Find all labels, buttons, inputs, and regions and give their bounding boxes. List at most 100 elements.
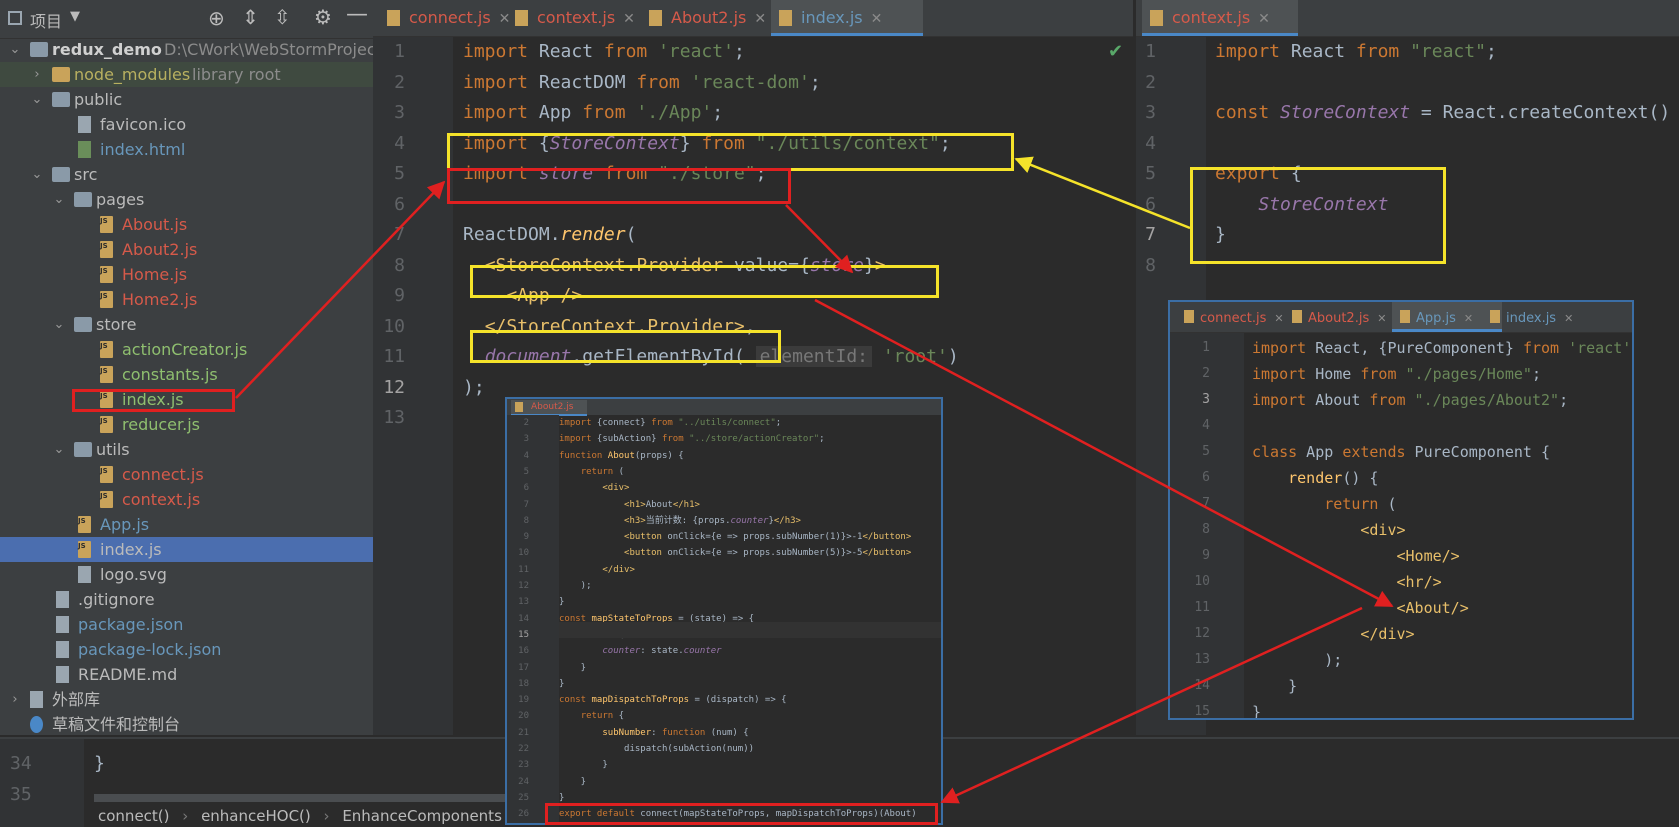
- close-icon[interactable]: ✕: [1464, 312, 1473, 325]
- chevron-right-icon[interactable]: ›: [30, 62, 44, 87]
- tree-item[interactable]: connect.js: [0, 459, 373, 487]
- chevron-down-icon[interactable]: ⌄: [52, 437, 66, 462]
- collapse-all-icon[interactable]: ⇳: [274, 5, 291, 29]
- close-icon[interactable]: ✕: [1564, 312, 1573, 325]
- tree-item[interactable]: 草稿文件和控制台: [0, 712, 373, 737]
- close-icon[interactable]: ✕: [871, 11, 883, 27]
- tree-item[interactable]: favicon.ico: [0, 112, 373, 137]
- code-token: './App': [625, 102, 713, 123]
- code-token: () {: [1342, 469, 1379, 487]
- chevron-down-icon[interactable]: ⌄: [8, 37, 22, 62]
- chevron-right-icon[interactable]: ›: [8, 687, 22, 712]
- minimize-icon[interactable]: —: [346, 2, 368, 27]
- line-number: 1: [394, 41, 405, 62]
- tree-item[interactable]: context.js: [0, 484, 373, 512]
- expand-all-icon[interactable]: ⇕: [242, 5, 259, 29]
- code-token: function: [559, 450, 603, 461]
- tree-item[interactable]: Home.js: [0, 259, 373, 287]
- tree-item[interactable]: › 外部库: [0, 687, 373, 712]
- code-token: 'react': [1559, 339, 1632, 357]
- close-icon[interactable]: ✕: [754, 11, 766, 27]
- close-icon[interactable]: ✕: [1274, 312, 1283, 325]
- tab-index-js[interactable]: index.js ✕: [1482, 302, 1592, 332]
- line-number: 5: [394, 163, 405, 184]
- tree-item[interactable]: reducer.js: [0, 409, 373, 437]
- code-token: const: [559, 695, 587, 706]
- tree-item[interactable]: ⌄ src: [0, 162, 373, 187]
- tree-item-label: About.js: [122, 215, 188, 234]
- chevron-down-icon[interactable]: ⌄: [52, 187, 66, 212]
- tab-context-js[interactable]: context.js ✕: [1142, 0, 1298, 36]
- code-token: from: [636, 71, 680, 93]
- annotation-box-import-store: [447, 168, 791, 204]
- code-token: ;: [712, 102, 724, 123]
- tree-item[interactable]: ⌄ utils: [0, 437, 373, 462]
- tab-index-js[interactable]: index.js ✕: [771, 0, 923, 36]
- tree-item[interactable]: ⌄ pages: [0, 187, 373, 212]
- breadcrumb-item[interactable]: connect(): [98, 807, 170, 825]
- chevron-down-icon[interactable]: ⌄: [30, 87, 44, 112]
- tree-item-label: README.md: [78, 665, 178, 684]
- code-token: App: [1297, 443, 1343, 461]
- locate-icon[interactable]: ⊕: [208, 6, 225, 30]
- tree-item[interactable]: ⌄ public: [0, 87, 373, 112]
- code-token: from: [1369, 391, 1406, 409]
- tree-item[interactable]: README.md: [0, 662, 373, 687]
- tree-item[interactable]: › node_modules library root: [0, 62, 373, 87]
- code-token: "./pages/About2": [1405, 391, 1560, 409]
- tree-item[interactable]: About.js: [0, 209, 373, 237]
- code-line: function About(props) {: [559, 448, 684, 464]
- breadcrumb-separator: ›: [182, 807, 189, 825]
- line-number: 8: [523, 515, 529, 526]
- tree-item[interactable]: Home2.js: [0, 284, 373, 312]
- code-token: ReactDOM: [528, 71, 637, 93]
- tab-label: App.js: [1416, 311, 1456, 326]
- close-icon[interactable]: ✕: [1258, 11, 1270, 27]
- close-icon[interactable]: ✕: [623, 11, 635, 27]
- tree-item[interactable]: logo.svg: [0, 562, 373, 587]
- breadcrumb-item[interactable]: EnhanceComponents: [342, 807, 502, 825]
- breadcrumb-item[interactable]: enhanceHOC(): [201, 807, 311, 825]
- js-file-icon: [100, 409, 113, 434]
- js-file-icon: [1292, 310, 1302, 323]
- close-icon[interactable]: ✕: [1377, 312, 1386, 325]
- tree-item[interactable]: constants.js: [0, 359, 373, 387]
- tree-item[interactable]: ⌄ redux_demo D:\CWork\WebStormProjects\: [0, 37, 379, 62]
- code-line: const StoreContext = React.createContext…: [1215, 98, 1670, 129]
- tree-item[interactable]: App.js: [0, 509, 373, 537]
- line-number: 6: [1202, 470, 1210, 485]
- tree-item[interactable]: index.js: [0, 534, 373, 562]
- code-token: (num) {: [705, 727, 749, 738]
- tree-item-extra: D:\CWork\WebStormProjects\: [164, 40, 379, 59]
- line-number: 20: [518, 711, 529, 722]
- code-token: <button: [624, 548, 668, 559]
- chevron-down-icon[interactable]: ⌄: [30, 162, 44, 187]
- folder-icon: [74, 192, 92, 207]
- project-title[interactable]: 项目: [30, 8, 62, 32]
- annotation-box-export: [1190, 167, 1446, 264]
- tree-item-label: Home2.js: [122, 290, 198, 309]
- chevron-down-icon[interactable]: ▼: [70, 9, 80, 24]
- line-number: 11: [518, 564, 529, 575]
- line-number: 21: [518, 727, 529, 738]
- gear-icon[interactable]: ⚙: [314, 5, 332, 29]
- panel-icon: [8, 11, 22, 25]
- code-line: }: [559, 594, 564, 610]
- horizontal-scrollbar[interactable]: [94, 794, 514, 802]
- code-line: import {subAction} from "../store/action…: [559, 431, 825, 447]
- tree-item[interactable]: package.json: [0, 612, 373, 637]
- annotation-box-provider-close: [470, 330, 781, 363]
- tree-item[interactable]: actionCreator.js: [0, 334, 373, 362]
- tree-item[interactable]: About2.js: [0, 234, 373, 262]
- tree-item[interactable]: .gitignore: [0, 587, 373, 612]
- code-token: extends: [1342, 443, 1406, 461]
- tree-item[interactable]: package-lock.json: [0, 637, 373, 662]
- tree-item[interactable]: index.html: [0, 137, 373, 162]
- tree-item[interactable]: ⌄ store: [0, 312, 373, 337]
- chevron-down-icon[interactable]: ⌄: [52, 312, 66, 337]
- code-token: onClick={e => props.subNumber(1)}>-1: [667, 532, 863, 543]
